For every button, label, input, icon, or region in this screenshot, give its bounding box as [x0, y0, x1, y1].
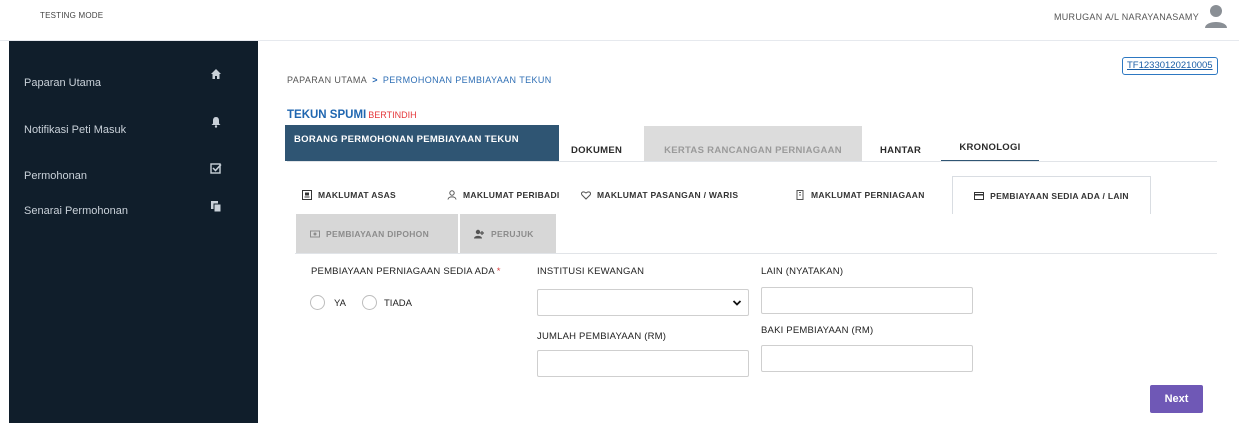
- subtabs-divider: [295, 253, 1217, 254]
- subtab-label: PEMBIAYAAN DIPOHON: [326, 228, 430, 239]
- bell-icon: [211, 117, 221, 128]
- sidebar-item-label: Permohonan: [24, 170, 87, 182]
- lain-label: LAIN (NYATAKAN): [761, 266, 844, 277]
- institusi-select[interactable]: [537, 289, 749, 316]
- lain-input[interactable]: [761, 287, 973, 314]
- sidebar-item-label: Paparan Utama: [24, 77, 102, 89]
- tab-kertas-rancangan[interactable]: KERTAS RANCANGAN PERNIAGAAN: [644, 126, 862, 162]
- subtab-label: MAKLUMAT PASANGAN / WARIS: [597, 190, 739, 200]
- heart-icon: [581, 191, 591, 200]
- copy-icon: [211, 201, 222, 212]
- breadcrumb: PAPARAN UTAMA > PERMOHONAN PEMBIAYAAN TEKU…: [287, 75, 552, 85]
- breadcrumb-home[interactable]: PAPARAN UTAMA: [287, 75, 367, 85]
- subtab-perujuk[interactable]: PERUJUK: [460, 214, 556, 253]
- credit-card-icon: [974, 191, 985, 200]
- sidebar-item-permohonan[interactable]: Permohonan: [9, 162, 258, 202]
- testing-mode-label: TESTING MODE: [40, 11, 104, 20]
- baki-input[interactable]: [761, 345, 973, 372]
- next-button[interactable]: Next: [1150, 385, 1203, 413]
- tab-borang-permohonan[interactable]: BORANG PERMOHONAN PEMBIAYAAN TEKUN: [285, 125, 559, 161]
- user-icon: [447, 190, 457, 200]
- radio-tiada[interactable]: [362, 295, 377, 310]
- subtab-maklumat-asas[interactable]: MAKLUMAT ASAS: [302, 176, 396, 214]
- money-icon: [310, 230, 320, 237]
- subtab-maklumat-perniagaan[interactable]: MAKLUMAT PERNIAGAAN: [795, 176, 925, 214]
- checkbox-icon: [210, 163, 222, 174]
- tab-dokumen[interactable]: DOKUMEN: [571, 145, 622, 156]
- home-icon: [211, 69, 221, 79]
- jumlah-label: JUMLAH PEMBIAYAAN (RM): [537, 331, 667, 342]
- subtab-maklumat-peribadi[interactable]: MAKLUMAT PERIBADI: [447, 176, 560, 214]
- reference-number-link[interactable]: TF12330120210005: [1122, 57, 1218, 75]
- breadcrumb-current[interactable]: PERMOHONAN PEMBIAYAAN TEKUN: [383, 75, 552, 85]
- sedia-ada-label: PEMBIAYAAN PERNIAGAAN SEDIA ADA *: [311, 266, 501, 277]
- building-icon: [796, 190, 804, 200]
- breadcrumb-separator: >: [372, 75, 378, 85]
- radio-tiada-label: TIADA: [384, 298, 412, 309]
- tab-hantar[interactable]: HANTAR: [880, 145, 921, 156]
- sidebar-item-senarai-permohonan[interactable]: Senarai Permohonan: [9, 200, 258, 240]
- page-title: TEKUN SPUMI BERTINDIH: [287, 109, 417, 121]
- status-tag: BERTINDIH: [368, 110, 417, 120]
- subtab-pembiayaan-dipohon[interactable]: PEMBIAYAAN DIPOHON: [296, 214, 458, 253]
- institusi-label: INSTITUSI KEWANGAN: [537, 266, 645, 277]
- sidebar-item-label: Senarai Permohonan: [24, 205, 128, 217]
- page-title-text: TEKUN SPUMI: [287, 109, 367, 121]
- top-bar: TESTING MODE MURUGAN A/L NARAYANASAMY: [0, 0, 1239, 41]
- subtab-pembiayaan-sedia-ada[interactable]: PEMBIAYAAN SEDIA ADA / LAIN: [952, 176, 1151, 214]
- main-content: PAPARAN UTAMA > PERMOHONAN PEMBIAYAAN TEKU…: [258, 41, 1239, 423]
- sidebar-item-label: Notifikasi Peti Masuk: [24, 124, 127, 136]
- sedia-ada-label-text: PEMBIAYAAN PERNIAGAAN SEDIA ADA: [311, 266, 495, 277]
- sidebar-item-paparan-utama[interactable]: Paparan Utama: [9, 68, 258, 108]
- required-mark: *: [496, 266, 501, 277]
- radio-ya[interactable]: [310, 295, 325, 310]
- subtab-maklumat-pasangan[interactable]: MAKLUMAT PASANGAN / WARIS: [581, 176, 738, 214]
- avatar-icon[interactable]: [1204, 3, 1228, 29]
- chevron-down-icon: [732, 300, 742, 306]
- subtab-label: MAKLUMAT ASAS: [318, 190, 397, 200]
- add-user-icon: [474, 229, 484, 238]
- user-name[interactable]: MURUGAN A/L NARAYANASAMY: [1054, 12, 1199, 22]
- sidebar-item-notifikasi[interactable]: Notifikasi Peti Masuk: [9, 116, 258, 156]
- subtab-label: MAKLUMAT PERNIAGAAN: [811, 190, 925, 200]
- tabs-divider: [287, 161, 1217, 162]
- subtab-label: PERUJUK: [491, 228, 534, 239]
- baki-label: BAKI PEMBIAYAAN (RM): [761, 325, 874, 336]
- id-card-icon: [302, 190, 312, 200]
- radio-ya-label: YA: [334, 298, 346, 309]
- tab-kronologi[interactable]: KRONOLOGI: [941, 142, 1039, 162]
- sidebar: Paparan Utama Notifikasi Peti Masuk Perm…: [9, 41, 258, 423]
- subtab-label: MAKLUMAT PERIBADI: [463, 190, 560, 200]
- subtab-label: PEMBIAYAAN SEDIA ADA / LAIN: [990, 190, 1129, 201]
- jumlah-input[interactable]: [537, 350, 749, 377]
